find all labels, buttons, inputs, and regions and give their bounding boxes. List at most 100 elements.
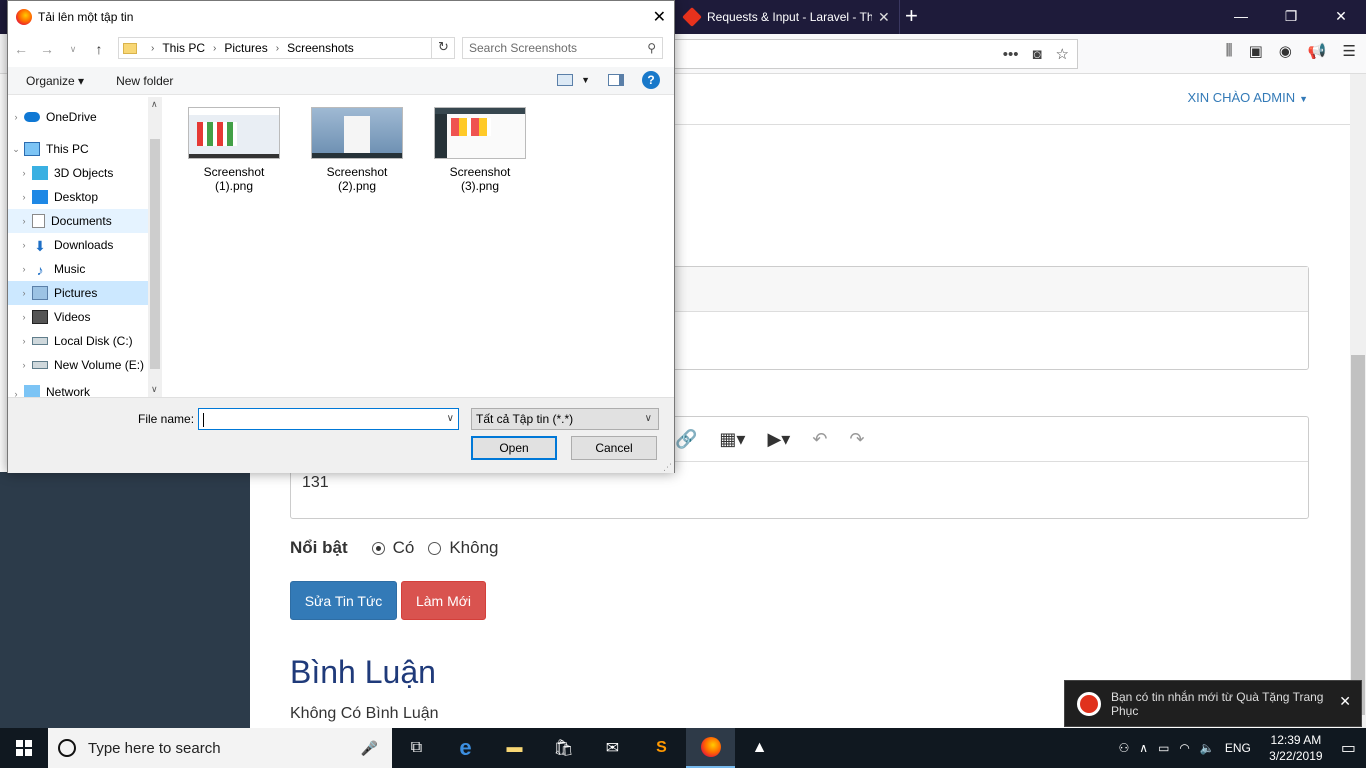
chevron-right-icon[interactable]: › (16, 336, 32, 346)
chevron-right-icon[interactable]: › (276, 43, 279, 54)
chevron-right-icon[interactable]: › (16, 168, 32, 178)
chat-icon[interactable]: ◉ (1279, 42, 1292, 60)
bookmark-star-icon[interactable]: ☆ (1056, 45, 1069, 63)
forward-arrow-icon[interactable]: → (34, 41, 60, 57)
link-icon[interactable]: 🔗 (675, 429, 697, 450)
clock[interactable]: 12:39 AM 3/22/2019 (1261, 732, 1331, 764)
chevron-right-icon[interactable]: › (16, 312, 32, 322)
media-icon[interactable]: ▶▾ (767, 429, 790, 450)
cancel-button[interactable]: Cancel (571, 436, 657, 460)
file-item[interactable]: Screenshot (3).png (430, 107, 530, 193)
scroll-down-icon[interactable]: ∨ (151, 384, 158, 395)
page-scrollbar-thumb[interactable] (1351, 355, 1365, 715)
browser-tab[interactable]: Requests & Input - Laravel - Th ✕ (675, 0, 900, 34)
notification-toast[interactable]: Bạn có tin nhắn mới từ Quà Tặng Trang Ph… (1064, 680, 1362, 727)
recent-dropdown-icon[interactable]: ∨ (60, 44, 86, 55)
dialog-close-icon[interactable]: ✕ (653, 7, 666, 27)
chevron-down-icon[interactable]: ∨ (447, 409, 454, 429)
address-bar[interactable]: › This PC › Pictures › Screenshots (118, 37, 455, 59)
featured-no-option[interactable]: Không (428, 538, 499, 558)
library-icon[interactable]: ⫼ (1226, 42, 1233, 60)
url-bar[interactable]: ••• ◙ ☆ (675, 39, 1078, 69)
nav-item-music[interactable]: › ♪ Music (8, 257, 162, 281)
sublime-icon[interactable]: S (637, 728, 686, 768)
maximize-icon[interactable]: ❐ (1266, 0, 1316, 32)
file-explorer-icon[interactable]: ▬ (490, 728, 539, 768)
preview-pane-icon[interactable] (608, 74, 624, 86)
edge-icon[interactable]: e (441, 728, 490, 768)
chevron-right-icon[interactable]: › (8, 112, 24, 122)
change-view-button[interactable]: ▼ (557, 74, 590, 86)
sidebar-icon[interactable]: ▣ (1249, 42, 1263, 60)
file-item[interactable]: Screenshot (1).png (184, 107, 284, 193)
store-icon[interactable]: 🛍 (539, 728, 588, 768)
toast-close-icon[interactable]: ✕ (1339, 693, 1351, 710)
start-button[interactable] (0, 728, 48, 768)
nav-item-network[interactable]: › Network (8, 383, 162, 397)
featured-yes-option[interactable]: Có (371, 538, 414, 558)
pocket-icon[interactable]: ◙ (1032, 46, 1041, 63)
open-button[interactable]: Open (471, 436, 557, 460)
chevron-right-icon[interactable]: › (16, 192, 32, 202)
nav-item-3d-objects[interactable]: › 3D Objects (8, 161, 162, 185)
redo-icon[interactable]: ↷ (849, 429, 864, 450)
task-view-icon[interactable]: ⧉ (392, 728, 441, 768)
people-icon[interactable]: ⚇ (1119, 741, 1130, 755)
language-indicator[interactable]: ENG (1225, 741, 1251, 755)
nav-item-local-disk[interactable]: › Local Disk (C:) (8, 329, 162, 353)
breadcrumb-screenshots[interactable]: Screenshots (287, 41, 354, 55)
new-tab-button[interactable]: + (905, 5, 918, 27)
mail-icon[interactable]: ✉ (588, 728, 637, 768)
chevron-right-icon[interactable]: › (213, 43, 216, 54)
resize-grip-icon[interactable]: ⋰ (663, 462, 672, 473)
search-screenshots-field[interactable]: Search Screenshots ⚲ (462, 37, 663, 59)
chevron-right-icon[interactable]: › (151, 43, 154, 54)
reset-button[interactable]: Làm Mới (401, 581, 486, 620)
table-icon[interactable]: ▦▾ (719, 429, 745, 450)
refresh-icon[interactable]: ↻ (431, 37, 455, 59)
nav-item-videos[interactable]: › Videos (8, 305, 162, 329)
scroll-up-icon[interactable]: ∧ (151, 99, 158, 110)
chevron-right-icon[interactable]: › (16, 360, 32, 370)
chevron-right-icon[interactable]: › (16, 240, 32, 250)
battery-icon[interactable]: ▭ (1158, 741, 1169, 755)
undo-icon[interactable]: ↶ (812, 429, 827, 450)
chevron-right-icon[interactable]: › (8, 389, 24, 397)
up-arrow-icon[interactable]: ↑ (86, 41, 112, 57)
taskbar-search[interactable]: Type here to search 🎤 (48, 728, 392, 768)
file-name-input[interactable]: ∨ (198, 408, 459, 430)
nav-pane-scroll-thumb[interactable] (150, 139, 160, 369)
wifi-icon[interactable]: ◠ (1179, 741, 1189, 755)
radio-no[interactable] (428, 541, 442, 555)
chevron-right-icon[interactable]: › (16, 288, 32, 298)
show-hidden-icons-icon[interactable]: ∧ (1139, 741, 1148, 755)
help-icon[interactable]: ? (642, 71, 660, 89)
nav-pane-scrollbar[interactable]: ∧ ∨ (148, 97, 162, 397)
photos-icon[interactable]: ▲ (735, 728, 784, 768)
file-item[interactable]: Screenshot (2).png (307, 107, 407, 193)
nav-item-new-volume[interactable]: › New Volume (E:) (8, 353, 162, 377)
nav-item-documents[interactable]: › Documents (8, 209, 162, 233)
firefox-taskbar-icon[interactable] (686, 728, 735, 768)
nav-item-desktop[interactable]: › Desktop (8, 185, 162, 209)
new-folder-button[interactable]: New folder (98, 74, 187, 88)
chevron-right-icon[interactable]: › (16, 264, 32, 274)
breadcrumb-this-pc[interactable]: This PC (162, 41, 205, 55)
microphone-icon[interactable]: 🎤 (361, 740, 378, 757)
nav-item-this-pc[interactable]: ⌄ This PC (8, 137, 162, 161)
more-actions-icon[interactable]: ••• (1003, 46, 1019, 63)
edit-news-button[interactable]: Sửa Tin Tức (290, 581, 397, 620)
chevron-right-icon[interactable]: › (16, 216, 32, 226)
action-center-icon[interactable]: ▭ (1341, 738, 1356, 758)
nav-item-onedrive[interactable]: › OneDrive (8, 105, 162, 129)
chevron-down-icon[interactable]: ⌄ (8, 144, 24, 155)
menu-icon[interactable]: ☰ (1343, 42, 1356, 60)
nav-item-downloads[interactable]: › ⬇ Downloads (8, 233, 162, 257)
minimize-icon[interactable]: — (1216, 0, 1266, 32)
file-type-select[interactable]: Tất cả Tập tin (*.*) ∨ (471, 408, 659, 430)
nav-item-pictures[interactable]: › Pictures (8, 281, 162, 305)
radio-yes[interactable] (371, 541, 385, 555)
volume-icon[interactable]: 🔈 (1200, 741, 1215, 755)
user-menu[interactable]: XIN CHÀO ADMIN ▼ (1187, 90, 1308, 105)
back-arrow-icon[interactable]: ← (8, 41, 34, 57)
